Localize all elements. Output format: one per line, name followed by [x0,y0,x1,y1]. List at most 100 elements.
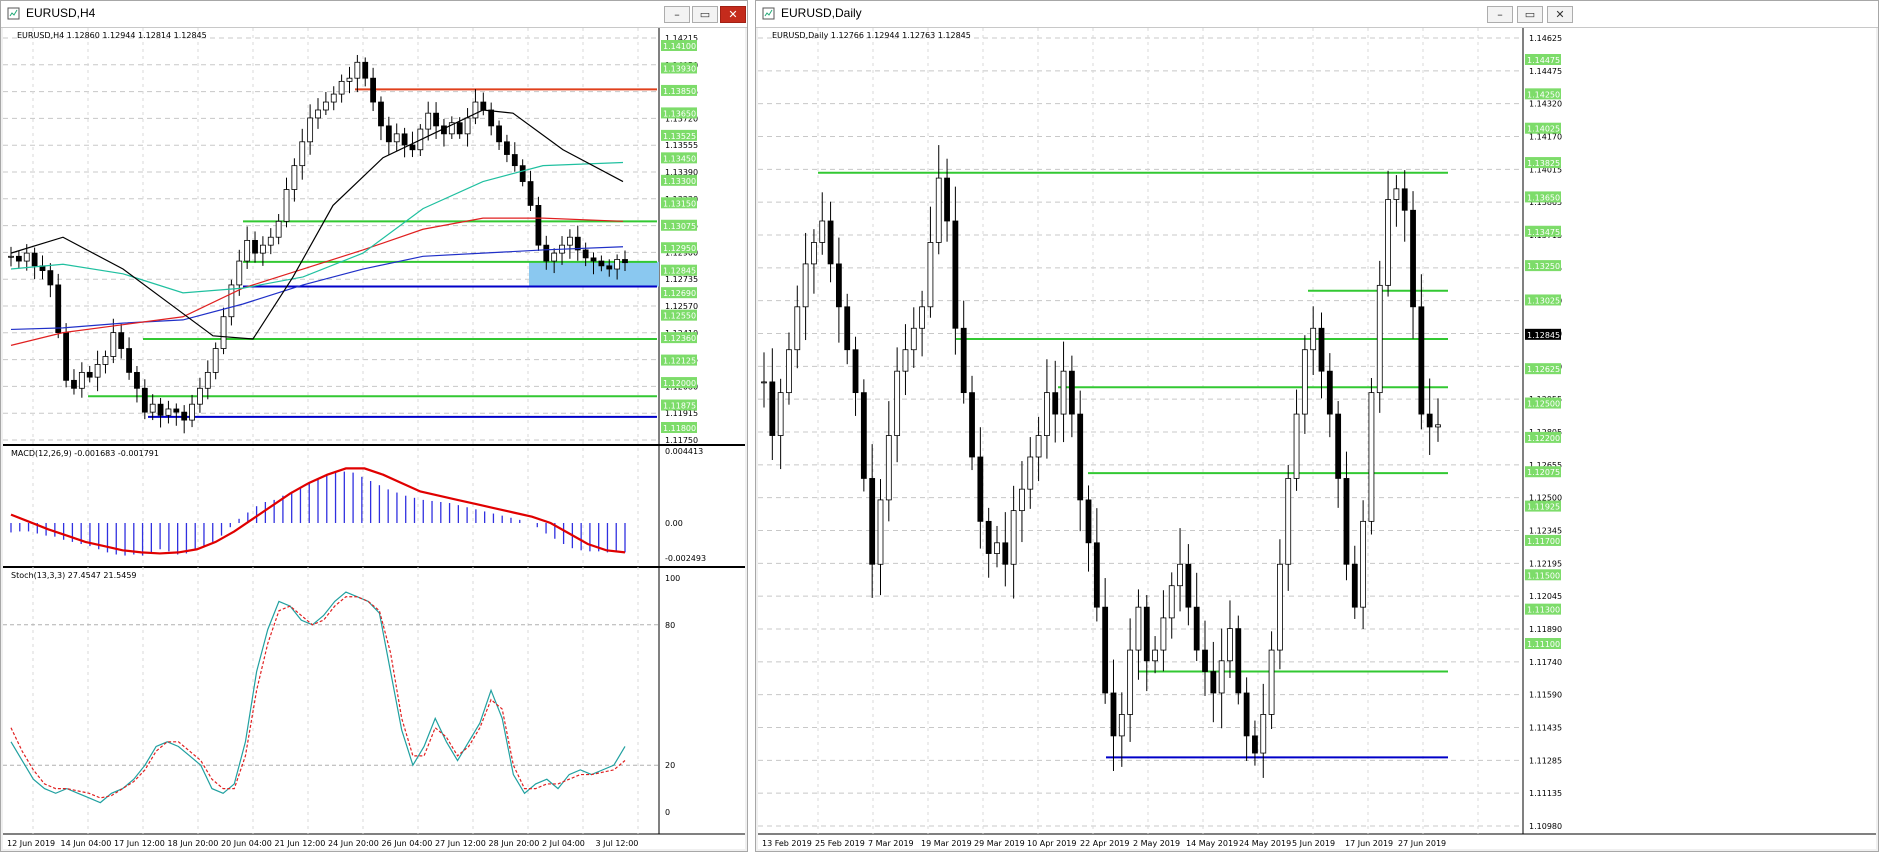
maximize-button[interactable]: ▭ [1517,6,1543,23]
daily-symbol-header: EURUSD,Daily 1.12766 1.12944 1.12763 1.1… [772,31,971,40]
time-tick: 27 Jun 2019 [1398,839,1446,848]
daily-window-title: EURUSD,Daily [781,6,862,20]
candle-body [960,327,967,394]
time-tick: 24 May 2019 [1239,839,1291,848]
price-tick: 1.14170 [1529,133,1562,142]
stoch-label: Stoch(13,3,3) 27.4547 21.5459 [11,571,137,580]
close-button[interactable]: ✕ [1547,6,1573,23]
candle-body [433,112,439,127]
candle-body [1085,499,1092,544]
h4-chart-window[interactable]: EURUSD,H4 – ▭ ✕ 1.142151.140501.138851.1… [0,0,748,852]
candle-body [543,244,550,262]
candle-body [315,109,321,119]
candle-body [299,141,306,167]
candle-body [1376,284,1383,394]
daily-chart-canvas[interactable]: 1.146251.144751.143201.141701.140151.138… [758,28,1876,849]
h4-chart-area[interactable]: 1.142151.140501.138851.137201.135551.133… [3,28,745,849]
candle-body [1185,563,1192,608]
level-price-text: 1.12360 [663,334,696,343]
price-tick: 1.11285 [1529,756,1562,765]
candle-body [425,112,432,130]
candle-body [409,144,416,151]
level-price-text: 1.12125 [663,357,696,366]
candle-body [811,242,817,265]
candle-body [1235,628,1242,694]
candle-body [819,220,826,243]
candle-body [378,101,384,127]
candle-body [1252,735,1258,754]
candle-body [456,122,463,135]
stoch-tick: 80 [665,621,675,630]
daily-chart-area[interactable]: 1.14625 1.14475 1.14320 1.14170 1.14015 1.138… [758,28,1876,849]
candle-body [927,242,934,308]
candle-body [31,252,38,267]
candle-body [1002,542,1009,565]
candle-body [15,255,22,262]
candle-body [827,220,834,265]
time-tick: 17 Jun 2019 [1345,839,1393,848]
candle-body [1335,413,1342,479]
candle-body [835,263,842,308]
level-price-text: 1.12000 [663,379,696,388]
time-tick: 20 Jun 04:00 [221,839,272,848]
level-price-text: 1.12200 [1527,434,1560,443]
candle-body [1435,424,1441,428]
price-tick: 1.12045 [1529,592,1562,601]
candle-body [283,189,290,222]
candle-body [1218,660,1225,694]
candle-body [1135,606,1142,651]
candle-body [622,259,628,264]
close-button[interactable]: ✕ [720,6,746,23]
candle-body [511,154,518,167]
time-tick: 5 Jun 2019 [1292,839,1335,848]
h4-window-title: EURUSD,H4 [26,6,96,20]
candle-body [919,306,925,329]
candle-body [1035,435,1042,458]
candle-body [1343,478,1350,565]
daily-titlebar[interactable]: EURUSD,Daily – ▭ ✕ [756,1,1878,28]
level-price-text: 1.13250 [1527,262,1560,271]
price-tick: 1.11750 [665,436,698,445]
candle-body [1385,199,1391,286]
candle-body [1168,585,1175,619]
candle-body [860,392,867,479]
time-tick: 14 May 2019 [1186,839,1238,848]
candle-body [590,257,597,262]
candle-body [551,252,558,262]
level-price-text: 1.13850 [663,87,696,96]
candle-body [777,392,784,436]
maximize-button[interactable]: ▭ [692,6,718,23]
daily-chart-window[interactable]: EURUSD,Daily – ▭ ✕ 1.14625 1.14475 1.14320… [755,0,1879,852]
candle-body [496,125,502,143]
candle-body [1110,692,1117,737]
minimize-button[interactable]: – [1487,6,1513,23]
candle-body [769,381,776,436]
candle-body [952,220,959,329]
price-tick: 1.12345 [1529,527,1562,536]
time-tick: 12 Jun 2019 [7,839,55,848]
candle-body [126,348,132,373]
candle-body [488,109,495,127]
h4-chart-canvas[interactable]: 1.142151.140501.138851.137201.135551.133… [3,28,745,849]
minimize-button[interactable]: – [664,6,690,23]
time-tick: 14 Jun 04:00 [61,839,112,848]
candle-body [504,141,510,155]
candle-body [1027,456,1034,490]
candle-body [1044,392,1050,436]
level-price-text: 1.13930 [663,64,696,73]
candle-body [614,259,621,270]
candle-body [598,260,605,267]
candle-body [1351,563,1358,608]
candle-body [869,478,876,565]
h4-titlebar[interactable]: EURUSD,H4 – ▭ ✕ [1,1,747,28]
level-price-text: 1.12075 [1527,468,1560,477]
time-tick: 22 Apr 2019 [1080,839,1129,848]
candle-body [582,249,589,259]
candle-body [1410,209,1416,308]
candle-body [1177,563,1183,587]
macd-tick: -0.002493 [665,554,706,563]
level-price-text: 1.13475 [1527,228,1560,237]
candle-body [1393,188,1400,200]
candle-body [1243,692,1250,737]
candle-body [102,356,109,365]
